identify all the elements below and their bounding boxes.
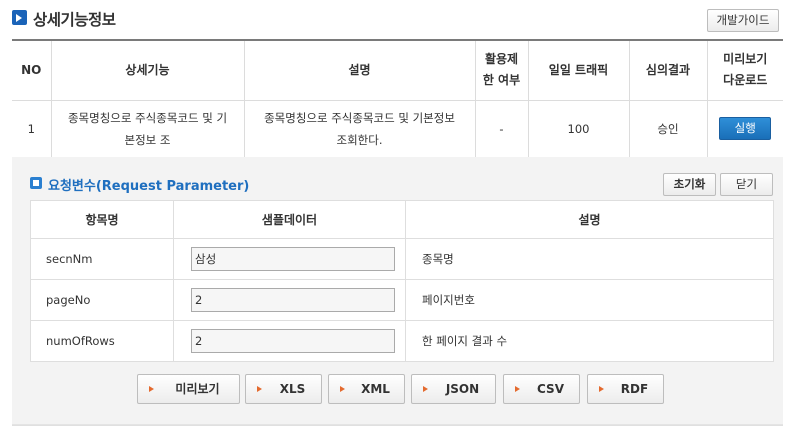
dev-guide-button[interactable]: 개발가이드	[707, 9, 779, 32]
param-description: 종목명	[405, 238, 774, 280]
col-header-description: 설명	[244, 40, 476, 101]
cell-usage-limit: -	[475, 100, 529, 158]
arrow-right-icon	[515, 386, 520, 392]
arrow-right-icon	[149, 386, 154, 392]
secnnm-input[interactable]	[191, 247, 395, 271]
table-row: 1 종목명칭으로 주식종목코드 및 기 본정보 조 종목명칭으로 주식종목코드 …	[12, 100, 783, 158]
param-name: pageNo	[30, 279, 174, 321]
table-row: numOfRows 한 페이지 결과 수	[30, 320, 774, 362]
param-name: secnNm	[30, 238, 174, 280]
col-header-no: NO	[12, 40, 52, 101]
xml-button[interactable]: XML	[328, 374, 405, 404]
section-header: 상세기능정보 개발가이드	[12, 8, 783, 36]
close-button[interactable]: 닫기	[720, 173, 773, 196]
square-bullet-icon	[30, 177, 42, 189]
request-title: 요청변수(Request Parameter)	[48, 179, 250, 194]
param-value-cell	[173, 320, 406, 362]
chevron-right-icon	[12, 10, 27, 25]
param-value-cell	[173, 238, 406, 280]
arrow-right-icon	[423, 386, 428, 392]
param-name: numOfRows	[30, 320, 174, 362]
arrow-right-icon	[340, 386, 345, 392]
pageno-input[interactable]	[191, 288, 395, 312]
csv-button[interactable]: CSV	[503, 374, 580, 404]
col-header-usage-limit: 활용제 한 여부	[475, 40, 529, 101]
reset-button[interactable]: 초기화	[663, 173, 716, 196]
cell-review-result: 승인	[629, 100, 708, 158]
col-header-param-name: 항목명	[30, 200, 174, 239]
cell-no: 1	[12, 100, 52, 158]
cell-action: 실행	[707, 100, 783, 158]
param-value-cell	[173, 279, 406, 321]
table-header-row: NO 상세기능 설명 활용제 한 여부 일일 트래픽 심의결과 미리보기 다운로…	[12, 40, 783, 101]
col-header-daily-traffic: 일일 트래픽	[528, 40, 630, 101]
cell-description: 종목명칭으로 주식종목코드 및 기본정보 조회한다.	[244, 100, 476, 158]
arrow-right-icon	[599, 386, 604, 392]
cell-function: 종목명칭으로 주식종목코드 및 기 본정보 조	[51, 100, 245, 158]
param-description: 페이지번호	[405, 279, 774, 321]
section-title: 상세기능정보	[33, 11, 116, 29]
run-button[interactable]: 실행	[719, 117, 772, 140]
cell-daily-traffic: 100	[528, 100, 630, 158]
numofrows-input[interactable]	[191, 329, 395, 353]
col-header-param-desc: 설명	[405, 200, 774, 239]
param-table: 항목명 샘플데이터 설명 secnNm 종목명 pageNo 페이지번호	[30, 200, 774, 362]
rdf-button[interactable]: RDF	[587, 374, 664, 404]
preview-button[interactable]: 미리보기	[137, 374, 240, 404]
col-header-review-result: 심의결과	[629, 40, 708, 101]
param-header-row: 항목명 샘플데이터 설명	[30, 200, 774, 239]
arrow-right-icon	[257, 386, 262, 392]
col-header-sample-data: 샘플데이터	[173, 200, 406, 239]
function-table: NO 상세기능 설명 활용제 한 여부 일일 트래픽 심의결과 미리보기 다운로…	[12, 39, 783, 158]
col-header-function: 상세기능	[51, 40, 245, 101]
json-button[interactable]: JSON	[411, 374, 496, 404]
table-row: pageNo 페이지번호	[30, 279, 774, 321]
col-header-preview-download: 미리보기 다운로드	[707, 40, 783, 101]
request-panel: 요청변수(Request Parameter) 초기화 닫기 항목명 샘플데이터…	[12, 157, 783, 425]
table-row: secnNm 종목명	[30, 238, 774, 280]
param-description: 한 페이지 결과 수	[405, 320, 774, 362]
next-row-divider	[12, 425, 783, 432]
xls-button[interactable]: XLS	[245, 374, 322, 404]
